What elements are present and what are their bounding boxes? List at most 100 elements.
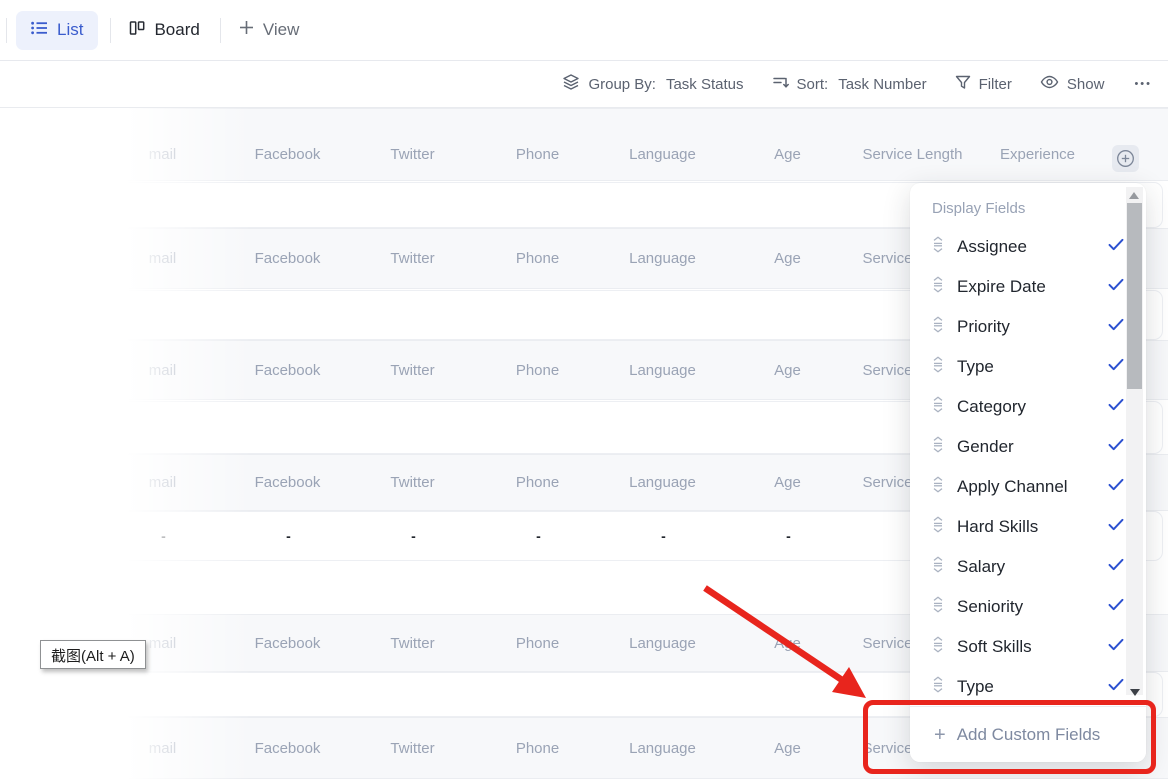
dropdown-title: Display Fields xyxy=(910,183,1146,225)
column-header: Age xyxy=(725,362,850,379)
board-view-icon xyxy=(129,20,145,41)
column-header: Phone xyxy=(475,740,600,757)
view-tab-bar: List Board View xyxy=(0,0,1168,61)
column-header: Twitter xyxy=(350,250,475,267)
scroll-up-arrow-icon[interactable] xyxy=(1129,192,1139,199)
filter-label: Filter xyxy=(979,76,1012,93)
drag-handle-icon[interactable] xyxy=(932,556,944,578)
screenshot-tooltip: 截图(Alt + A) xyxy=(40,640,146,669)
column-header: Twitter xyxy=(350,740,475,757)
column-header: Twitter xyxy=(350,146,475,163)
eye-icon xyxy=(1040,75,1059,93)
list-view-icon xyxy=(31,20,48,41)
field-label: Seniority xyxy=(957,597,1095,617)
sort-icon xyxy=(772,74,789,94)
table-toolbar: Group By: Task Status Sort: Task Number xyxy=(0,61,1168,108)
drag-handle-icon[interactable] xyxy=(932,516,944,538)
app-window: List Board View xyxy=(0,0,1168,779)
field-label: Salary xyxy=(957,557,1095,577)
group-by-value: Task Status xyxy=(666,76,744,93)
field-label: Soft Skills xyxy=(957,637,1095,657)
tab-list[interactable]: List xyxy=(16,11,98,50)
add-view-label: View xyxy=(263,20,300,40)
check-icon[interactable] xyxy=(1108,398,1124,416)
display-field-item[interactable]: Priority xyxy=(932,307,1124,347)
dropdown-scrollbar[interactable] xyxy=(1126,187,1143,695)
annotation-arrow xyxy=(660,570,890,715)
column-header: Phone xyxy=(475,362,600,379)
column-header: Twitter xyxy=(350,362,475,379)
display-field-item[interactable]: Expire Date xyxy=(932,267,1124,307)
show-control[interactable]: Show xyxy=(1040,75,1105,93)
drag-handle-icon[interactable] xyxy=(932,676,944,698)
display-field-item[interactable]: Type xyxy=(932,347,1124,387)
field-label: Assignee xyxy=(957,237,1095,257)
empty-cell-value: - xyxy=(476,528,601,544)
show-label: Show xyxy=(1067,76,1105,93)
column-header: Language xyxy=(600,250,725,267)
check-icon[interactable] xyxy=(1108,318,1124,336)
field-label: Priority xyxy=(957,317,1095,337)
group-by-label: Group By: xyxy=(588,76,656,93)
column-header: Language xyxy=(600,740,725,757)
column-header: Twitter xyxy=(350,474,475,491)
display-field-item[interactable]: Apply Channel xyxy=(932,467,1124,507)
check-icon[interactable] xyxy=(1108,358,1124,376)
filter-icon xyxy=(955,74,971,94)
column-header: Language xyxy=(600,146,725,163)
check-icon[interactable] xyxy=(1108,438,1124,456)
check-icon[interactable] xyxy=(1108,678,1124,696)
plus-icon xyxy=(239,20,254,40)
display-field-item[interactable]: Gender xyxy=(932,427,1124,467)
tab-board-label: Board xyxy=(154,20,199,40)
drag-handle-icon[interactable] xyxy=(932,276,944,298)
drag-handle-icon[interactable] xyxy=(932,396,944,418)
display-field-item[interactable]: Assignee xyxy=(932,227,1124,267)
drag-handle-icon[interactable] xyxy=(932,356,944,378)
check-icon[interactable] xyxy=(1108,598,1124,616)
empty-cell-value: - xyxy=(351,528,476,544)
tab-divider xyxy=(220,18,221,43)
display-field-item[interactable]: Soft Skills xyxy=(932,627,1124,667)
drag-handle-icon[interactable] xyxy=(932,636,944,658)
check-icon[interactable] xyxy=(1108,638,1124,656)
display-field-item[interactable]: Category xyxy=(932,387,1124,427)
drag-handle-icon[interactable] xyxy=(932,596,944,618)
filter-control[interactable]: Filter xyxy=(955,74,1012,94)
drag-handle-icon[interactable] xyxy=(932,436,944,458)
check-icon[interactable] xyxy=(1108,238,1124,256)
group-by-icon xyxy=(562,73,580,95)
field-label: Hard Skills xyxy=(957,517,1095,537)
check-icon[interactable] xyxy=(1108,478,1124,496)
column-header: Phone xyxy=(475,250,600,267)
check-icon[interactable] xyxy=(1108,278,1124,296)
add-view-button[interactable]: View xyxy=(239,20,300,40)
more-options-button[interactable]: ••• xyxy=(1134,78,1152,90)
column-header: Age xyxy=(725,250,850,267)
column-header: Twitter xyxy=(350,635,475,652)
column-header: Service Length xyxy=(850,146,975,163)
left-fade-overlay xyxy=(0,108,252,779)
scrollbar-thumb[interactable] xyxy=(1127,203,1142,389)
group-by-control[interactable]: Group By: Task Status xyxy=(562,73,743,95)
empty-cell-value: - xyxy=(726,528,851,544)
scroll-down-arrow-icon[interactable] xyxy=(1130,689,1140,696)
drag-handle-icon[interactable] xyxy=(932,476,944,498)
add-column-button[interactable] xyxy=(1112,145,1139,172)
drag-handle-icon[interactable] xyxy=(932,236,944,258)
tab-divider xyxy=(6,18,7,43)
display-field-item[interactable]: Hard Skills xyxy=(932,507,1124,547)
tab-board[interactable]: Board xyxy=(129,20,199,41)
sort-control[interactable]: Sort: Task Number xyxy=(772,74,927,94)
display-field-item[interactable]: Salary xyxy=(932,547,1124,587)
column-header: Experience xyxy=(975,146,1100,163)
column-header: Age xyxy=(725,474,850,491)
display-field-item[interactable]: Seniority xyxy=(932,587,1124,627)
field-label: Gender xyxy=(957,437,1095,457)
drag-handle-icon[interactable] xyxy=(932,316,944,338)
tab-divider xyxy=(110,18,111,43)
check-icon[interactable] xyxy=(1108,518,1124,536)
check-icon[interactable] xyxy=(1108,558,1124,576)
empty-cell-value: - xyxy=(601,528,726,544)
display-fields-dropdown: Display Fields Assignee xyxy=(910,183,1146,762)
